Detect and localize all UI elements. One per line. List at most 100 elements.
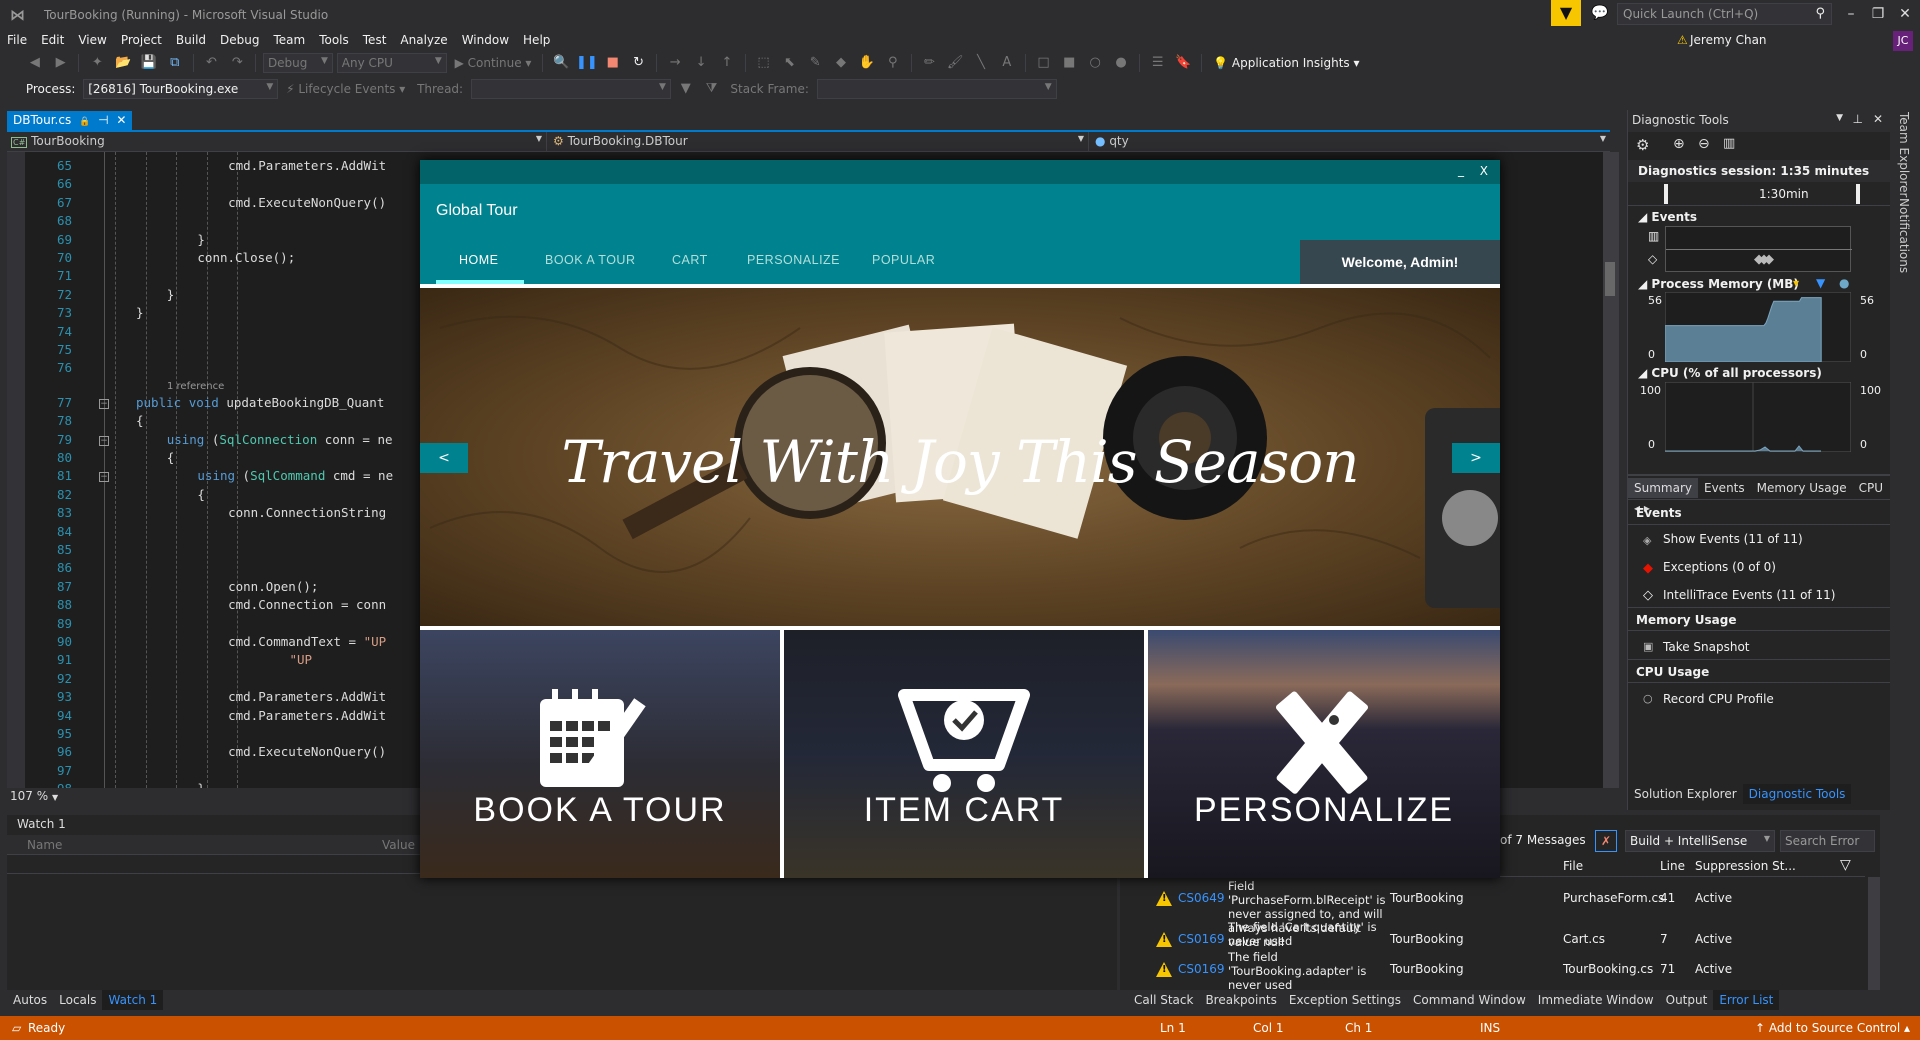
avatar[interactable]: JC bbox=[1893, 31, 1913, 51]
exceptions-link[interactable]: Exceptions (0 of 0) bbox=[1663, 560, 1776, 574]
team-explorer-tab[interactable]: Team Explorer bbox=[1897, 112, 1911, 198]
quick-launch-input[interactable]: Quick Launch (Ctrl+Q) ⚲ bbox=[1617, 3, 1832, 25]
code-line[interactable]: "UP bbox=[290, 652, 313, 667]
stack-frame-select[interactable]: ▼ bbox=[816, 78, 1057, 99]
menu-team[interactable]: Team bbox=[266, 30, 312, 50]
rectangle-icon[interactable]: □ bbox=[1033, 52, 1055, 74]
code-line[interactable]: using (SqlCommand cmd = ne bbox=[197, 468, 393, 483]
app-minimize-button[interactable]: _ bbox=[1458, 163, 1464, 177]
tab-immediate-window[interactable]: Immediate Window bbox=[1532, 990, 1660, 1010]
events-track[interactable]: ◆◆◆ bbox=[1665, 226, 1852, 272]
editor-scroll-thumb[interactable] bbox=[1605, 262, 1615, 296]
tab-dbtour-cs[interactable]: DBTour.cs 🔒 ⊣ ✕ bbox=[7, 111, 133, 131]
menu-help[interactable]: Help bbox=[516, 30, 557, 50]
menu-project[interactable]: Project bbox=[114, 30, 169, 50]
events-section[interactable]: ◢ Events bbox=[1638, 210, 1697, 224]
tab-autos[interactable]: Autos bbox=[7, 990, 53, 1010]
minimize-button[interactable]: – bbox=[1836, 3, 1866, 25]
code-line[interactable]: cmd.CommandText = "UP bbox=[228, 634, 386, 649]
app-close-button[interactable]: X bbox=[1480, 164, 1488, 178]
source-control-button[interactable]: ↑ Add to Source Control ▴ bbox=[1755, 1021, 1910, 1035]
cpu-section[interactable]: ◢ CPU (% of all processors) bbox=[1638, 366, 1822, 380]
menu-build[interactable]: Build bbox=[169, 30, 213, 50]
platform-select[interactable]: Any CPU ▼ bbox=[336, 52, 447, 73]
timeline-start-handle[interactable] bbox=[1664, 184, 1668, 204]
close-tab-icon[interactable]: ✕ bbox=[116, 113, 126, 127]
zoom-out-icon[interactable]: ⊖ bbox=[1698, 136, 1710, 152]
preview-lock-icon[interactable]: 🔒 bbox=[79, 117, 90, 127]
event-markers-icon[interactable]: ◆◆◆ bbox=[1754, 252, 1774, 267]
pencil-icon[interactable]: ✏ bbox=[918, 52, 940, 74]
notifications-tab[interactable]: Notifications bbox=[1897, 198, 1911, 273]
filled-rect-icon[interactable]: ■ bbox=[1058, 52, 1080, 74]
menu-file[interactable]: File bbox=[0, 30, 34, 50]
diag-tab-summary[interactable]: Summary bbox=[1628, 478, 1698, 498]
ellipse-icon[interactable]: ○ bbox=[1084, 52, 1106, 74]
back-icon[interactable]: ◀ bbox=[24, 52, 46, 74]
diag-tab-events[interactable]: Events bbox=[1698, 478, 1751, 498]
error-code-link[interactable]: CS0169 bbox=[1178, 962, 1225, 976]
memory-section[interactable]: ◢ Process Memory (MB) bbox=[1638, 277, 1799, 291]
code-line[interactable]: cmd.Parameters.AddWit bbox=[228, 158, 386, 173]
diag-tab-cpu[interactable]: CPU bbox=[1853, 478, 1889, 498]
app-titlebar[interactable]: _ X bbox=[420, 160, 1500, 184]
code-line[interactable]: } bbox=[197, 781, 205, 788]
messages-filter[interactable]: of 7 Messages bbox=[1500, 833, 1586, 847]
line-icon[interactable]: ╲ bbox=[970, 52, 992, 74]
app-tab-home[interactable]: HOME bbox=[459, 253, 499, 267]
forward-icon[interactable]: ▶ bbox=[50, 52, 72, 74]
intellitrace-link[interactable]: IntelliTrace Events (11 of 11) bbox=[1663, 588, 1835, 602]
search-errors-input[interactable]: Search Error bbox=[1780, 830, 1875, 852]
find-icon[interactable]: 🔍 bbox=[550, 52, 572, 74]
diag-dropdown-icon[interactable]: ▼ bbox=[1836, 113, 1843, 123]
step-out-icon[interactable]: ↑ bbox=[716, 52, 738, 74]
redo-icon[interactable]: ↷ bbox=[226, 52, 248, 74]
code-line[interactable]: } bbox=[136, 305, 144, 320]
app-tab-personalize[interactable]: PERSONALIZE bbox=[747, 253, 840, 267]
filter-flag-icon[interactable]: ⧩ bbox=[701, 78, 723, 100]
diag-close-icon[interactable]: ✕ bbox=[1873, 112, 1883, 126]
tab-error-list[interactable]: Error List bbox=[1713, 990, 1780, 1010]
undo-icon[interactable]: ↶ bbox=[200, 52, 222, 74]
tab-command-window[interactable]: Command Window bbox=[1407, 990, 1532, 1010]
thread-select[interactable]: ▼ bbox=[470, 78, 671, 99]
tab-exception-settings[interactable]: Exception Settings bbox=[1283, 990, 1407, 1010]
diag-pin-icon[interactable]: ⊥ bbox=[1853, 112, 1863, 126]
column-filter-icon[interactable]: ▽ bbox=[1840, 857, 1851, 873]
col-suppression[interactable]: Suppression St... bbox=[1695, 859, 1796, 873]
notification-flag-icon[interactable]: ▼ bbox=[1551, 0, 1581, 26]
code-line[interactable]: cmd.Connection = conn bbox=[228, 597, 386, 612]
tab-output[interactable]: Output bbox=[1660, 990, 1714, 1010]
watch-col-name[interactable]: Name bbox=[27, 838, 62, 852]
collapse-icon[interactable]: − bbox=[99, 435, 109, 446]
app-tab-cart[interactable]: CART bbox=[672, 253, 708, 267]
reset-view-icon[interactable]: ▥ bbox=[1723, 136, 1735, 151]
col-file[interactable]: File bbox=[1563, 859, 1583, 873]
filled-ellipse-icon[interactable]: ● bbox=[1110, 52, 1132, 74]
step-over-icon[interactable]: → bbox=[664, 52, 686, 74]
error-row[interactable]: ! CS0169 The field 'TourBooking.adapter' i… bbox=[1120, 950, 1880, 990]
text-icon[interactable]: A bbox=[996, 52, 1018, 74]
menu-view[interactable]: View bbox=[71, 30, 113, 50]
col-line[interactable]: Line bbox=[1660, 859, 1685, 873]
watch-col-value[interactable]: Value bbox=[382, 838, 415, 852]
settings-icon[interactable]: ⚙ bbox=[1636, 136, 1649, 154]
align-icon[interactable]: ☰ bbox=[1147, 52, 1169, 74]
code-line[interactable]: cmd.Parameters.AddWit bbox=[228, 708, 386, 723]
tile-item-cart[interactable]: ITEM CART bbox=[784, 630, 1144, 878]
scope-select[interactable]: Build + IntelliSense ▼ bbox=[1625, 830, 1775, 852]
app-tab-popular[interactable]: POPULAR bbox=[872, 253, 935, 267]
show-events-link[interactable]: Show Events (11 of 11) bbox=[1663, 532, 1803, 546]
save-icon[interactable]: 💾 bbox=[138, 52, 160, 74]
zoom-level-select[interactable]: 107 % ▼ bbox=[7, 788, 67, 806]
lifecycle-events-button[interactable]: ⚡ Lifecycle Events ▾ bbox=[282, 82, 409, 96]
bookmark-icon[interactable]: 🔖 bbox=[1172, 52, 1194, 74]
zoom-in-icon[interactable]: ⊕ bbox=[1673, 136, 1685, 152]
class-combo[interactable]: ⚙ TourBooking.DBTour ▼ bbox=[549, 132, 1089, 152]
diag-tab-memory-usage[interactable]: Memory Usage bbox=[1751, 478, 1853, 498]
feedback-icon[interactable]: 💬 bbox=[1591, 5, 1608, 21]
error-code-link[interactable]: CS0649 bbox=[1178, 891, 1225, 905]
carousel-next-button[interactable]: > bbox=[1452, 443, 1500, 473]
continue-button[interactable]: ▶ Continue ▾ bbox=[451, 56, 536, 70]
menu-tools[interactable]: Tools bbox=[312, 30, 356, 50]
